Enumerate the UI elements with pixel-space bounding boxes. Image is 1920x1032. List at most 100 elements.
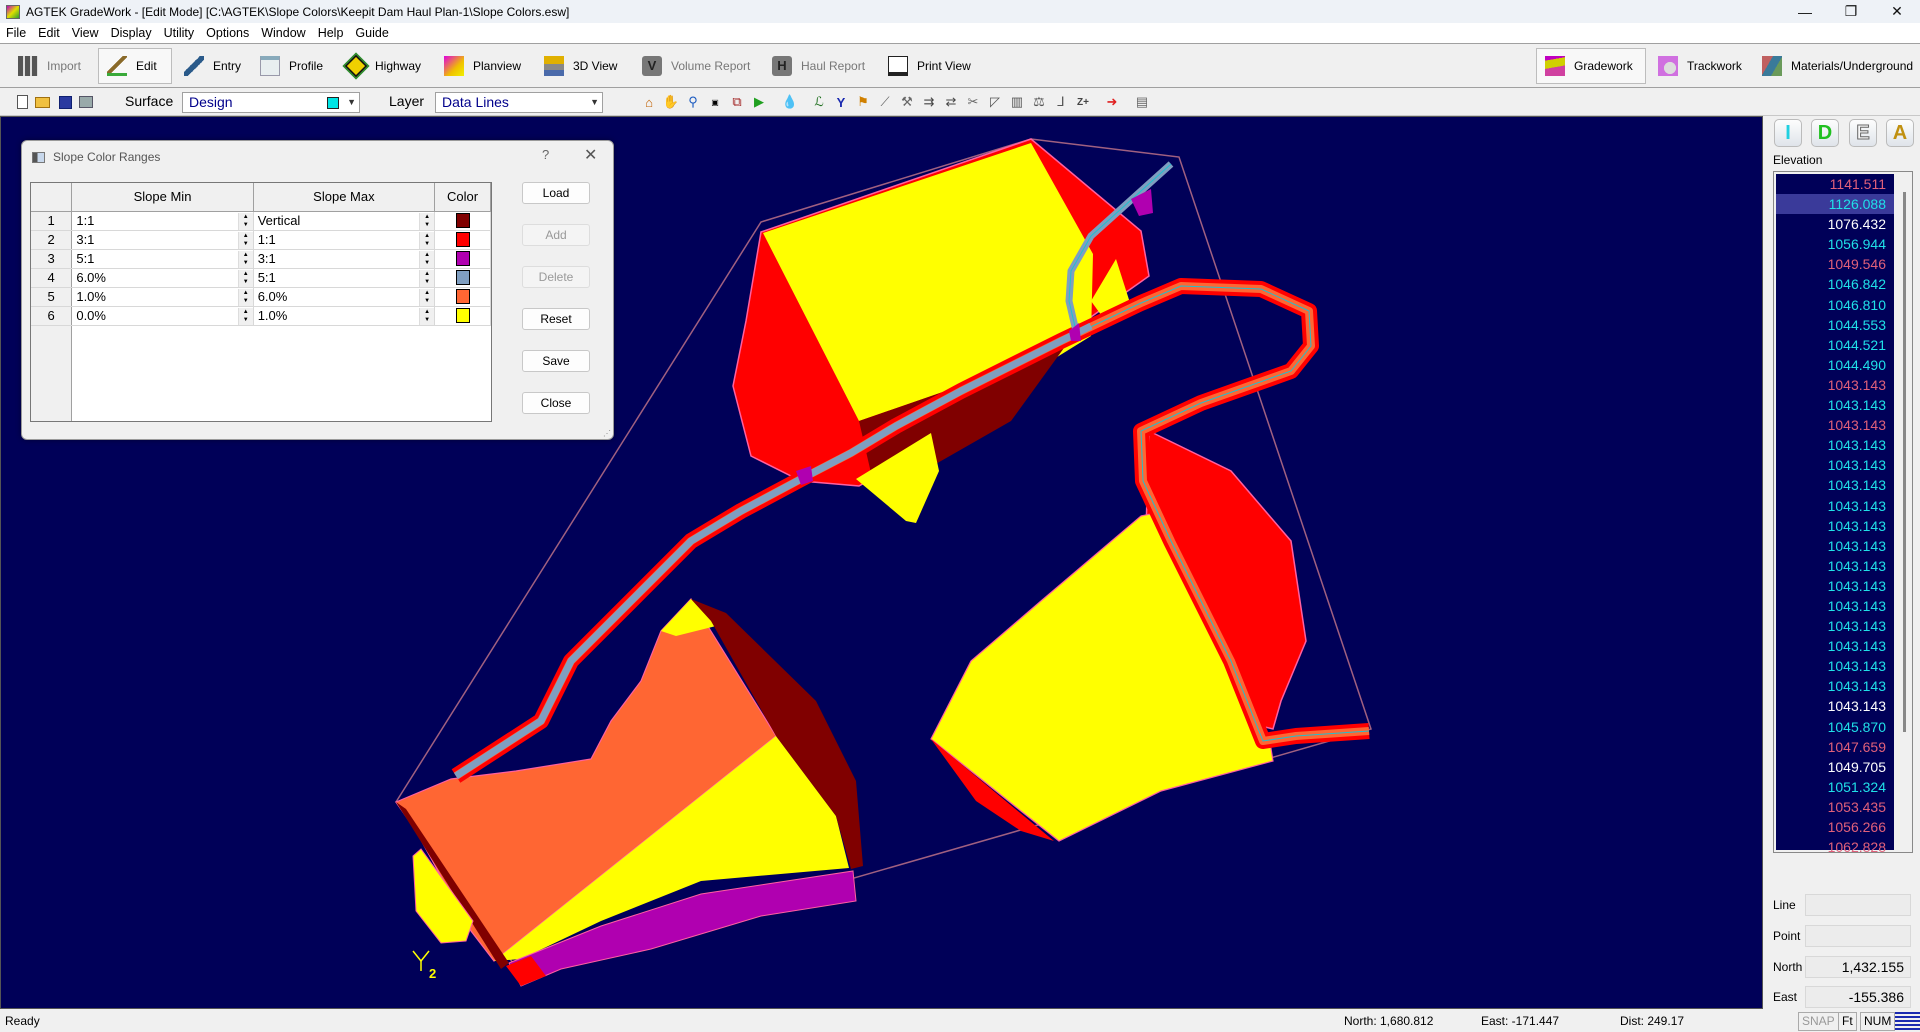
slope-min-cell[interactable]: 1.0% ▲ ▼: [71, 287, 254, 307]
elevation-item[interactable]: 1043.143: [1776, 696, 1894, 716]
surface-select[interactable]: Design ▼: [182, 92, 360, 113]
row-number[interactable]: 6: [31, 306, 73, 326]
elevation-item[interactable]: 1043.143: [1776, 576, 1894, 596]
color-cell[interactable]: [434, 268, 491, 288]
product-materials-button[interactable]: Materials/Underground: [1754, 48, 1920, 84]
elevation-item[interactable]: 1051.324: [1776, 777, 1894, 797]
point-value[interactable]: [1805, 925, 1911, 947]
elevation-item[interactable]: 1046.810: [1776, 295, 1894, 315]
tool-icon-6[interactable]: ⅃: [1053, 94, 1069, 110]
tool-icon-4[interactable]: ◸: [987, 94, 1003, 110]
mode-print-view-button[interactable]: Print View: [880, 48, 979, 84]
row-number[interactable]: 2: [31, 230, 73, 250]
e-mode-button[interactable]: E: [1849, 119, 1877, 147]
color-cell[interactable]: [434, 249, 491, 269]
play-icon[interactable]: ▶: [751, 94, 767, 110]
mode-edit-button[interactable]: Edit: [98, 48, 172, 84]
maximize-button[interactable]: ❐: [1828, 0, 1874, 23]
elevation-list[interactable]: 1141.511 1126.088 1076.432 1056.944 1049.546…: [1773, 171, 1913, 855]
row-number[interactable]: 5: [31, 287, 73, 307]
slope-max-cell[interactable]: 1.0% ▲ ▼: [253, 306, 436, 326]
row-number[interactable]: 4: [31, 268, 73, 288]
layers-icon[interactable]: [1895, 1012, 1920, 1031]
elevation-item[interactable]: 1043.143: [1776, 435, 1894, 455]
elevation-item[interactable]: 1043.143: [1776, 636, 1894, 656]
help-button[interactable]: ?: [542, 147, 549, 162]
mode-3d-view-button[interactable]: 3D View: [536, 48, 625, 84]
elevation-item[interactable]: 1043.143: [1776, 616, 1894, 636]
elevation-item[interactable]: 1044.553: [1776, 315, 1894, 335]
row-number[interactable]: 3: [31, 249, 73, 269]
spin-updown-icon[interactable]: ▲ ▼: [419, 231, 435, 249]
elevation-item[interactable]: 1043.143: [1776, 496, 1894, 516]
elevation-item[interactable]: 1043.143: [1776, 676, 1894, 696]
elevation-item[interactable]: 1076.432: [1776, 214, 1894, 234]
snap-indicator[interactable]: SNAP: [1798, 1012, 1839, 1031]
color-swatch[interactable]: [455, 308, 470, 323]
minimize-button[interactable]: —: [1782, 0, 1828, 23]
slope-min-cell[interactable]: 3:1 ▲ ▼: [71, 230, 254, 250]
elevation-item[interactable]: 1045.870: [1776, 717, 1894, 737]
column-header-slope-max[interactable]: Slope Max: [253, 183, 436, 212]
units-indicator[interactable]: Ft: [1838, 1012, 1857, 1031]
slope-min-cell[interactable]: 6.0% ▲ ▼: [71, 268, 254, 288]
spin-updown-icon[interactable]: ▲ ▼: [419, 288, 435, 306]
slope-range-row[interactable]: 6 0.0% ▲ ▼ 1.0% ▲ ▼: [31, 306, 491, 326]
north-value[interactable]: 1,432.155: [1805, 956, 1911, 978]
mode-planview-button[interactable]: Planview: [436, 48, 529, 84]
color-swatch[interactable]: [455, 213, 470, 228]
elevation-item[interactable]: 1043.143: [1776, 375, 1894, 395]
close-window-button[interactable]: ✕: [1874, 0, 1920, 23]
color-cell[interactable]: [434, 230, 491, 250]
row-number[interactable]: 1: [31, 211, 73, 231]
elevation-item[interactable]: 1062.828: [1776, 837, 1894, 857]
elevation-item[interactable]: 1043.143: [1776, 556, 1894, 576]
product-gradework-button[interactable]: Gradework: [1536, 48, 1646, 84]
home-view-icon[interactable]: ⌂: [641, 94, 657, 110]
spin-updown-icon[interactable]: ▲ ▼: [237, 288, 253, 306]
save-button[interactable]: Save: [522, 350, 590, 372]
elevation-item[interactable]: 1043.143: [1776, 596, 1894, 616]
spin-updown-icon[interactable]: ▲ ▼: [419, 269, 435, 287]
new-file-icon[interactable]: [14, 94, 30, 110]
save-icon[interactable]: [57, 94, 73, 110]
delete-button[interactable]: Delete: [522, 266, 590, 288]
elevation-item[interactable]: 1053.435: [1776, 797, 1894, 817]
elevation-item[interactable]: 1043.143: [1776, 536, 1894, 556]
color-cell[interactable]: [434, 306, 491, 326]
elevation-item[interactable]: 1126.088: [1776, 194, 1894, 215]
color-cell[interactable]: [434, 287, 491, 307]
elevation-scrollbar[interactable]: [1903, 192, 1906, 732]
elevation-item[interactable]: 1049.705: [1776, 757, 1894, 777]
east-value[interactable]: -155.386: [1805, 986, 1911, 1008]
pan-hand-icon[interactable]: ✋: [663, 94, 679, 110]
elevation-item[interactable]: 1046.842: [1776, 274, 1894, 294]
elevation-item[interactable]: 1047.659: [1776, 737, 1894, 757]
resize-grip-icon[interactable]: ⋰: [603, 429, 611, 438]
y-branch-icon[interactable]: Y: [833, 94, 849, 110]
slope-min-cell[interactable]: 1:1 ▲ ▼: [71, 211, 254, 231]
menu-window[interactable]: Window: [261, 26, 305, 40]
spin-updown-icon[interactable]: ▲ ▼: [419, 307, 435, 325]
elevation-item[interactable]: 1043.143: [1776, 395, 1894, 415]
reset-button[interactable]: Reset: [522, 308, 590, 330]
a-mode-button[interactable]: A: [1886, 119, 1914, 147]
mode-entry-button[interactable]: Entry: [176, 48, 249, 84]
dialog-close-icon[interactable]: ✕: [584, 145, 597, 165]
slope-range-row[interactable]: 3 5:1 ▲ ▼ 3:1 ▲ ▼: [31, 249, 491, 269]
slope-range-row[interactable]: 1 1:1 ▲ ▼ Vertical ▲ ▼: [31, 211, 491, 231]
mode-highway-button[interactable]: Highway: [338, 48, 429, 84]
product-trackwork-button[interactable]: Trackwork: [1650, 48, 1750, 84]
color-cell[interactable]: [434, 211, 491, 231]
elevation-item[interactable]: 1044.521: [1776, 335, 1894, 355]
spin-updown-icon[interactable]: ▲ ▼: [237, 250, 253, 268]
slope-range-row[interactable]: 4 6.0% ▲ ▼ 5:1 ▲ ▼: [31, 268, 491, 288]
color-swatch[interactable]: [455, 289, 470, 304]
load-button[interactable]: Load: [522, 182, 590, 204]
color-swatch[interactable]: [455, 270, 470, 285]
menu-guide[interactable]: Guide: [355, 26, 388, 40]
menu-help[interactable]: Help: [318, 26, 344, 40]
slope-min-cell[interactable]: 5:1 ▲ ▼: [71, 249, 254, 269]
menu-file[interactable]: File: [6, 26, 26, 40]
tool-icon-2[interactable]: ⚒: [899, 94, 915, 110]
